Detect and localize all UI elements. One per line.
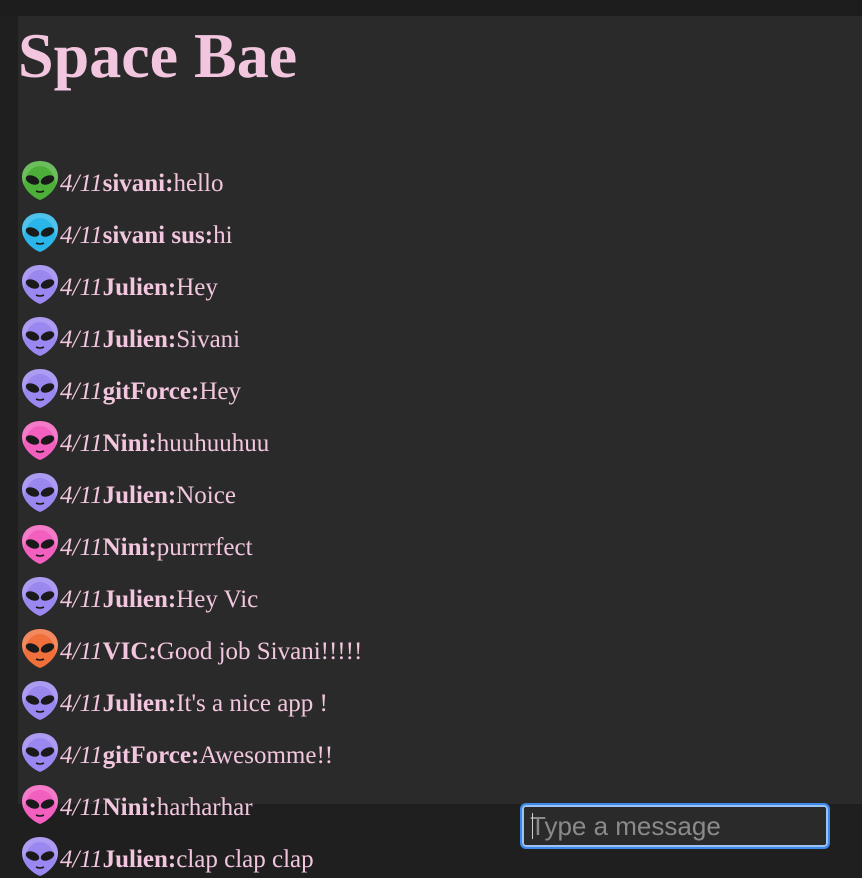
message-date: 4/11	[60, 170, 103, 197]
message-item: 4/11 Nini: purrrrfect	[20, 510, 840, 564]
message-date: 4/11	[60, 638, 103, 665]
message-text: harharhar	[156, 794, 253, 821]
message-list: 4/11 sivani: hello 4/11 sivani sus: hi 4…	[20, 146, 840, 876]
message-text: Sivani	[176, 326, 241, 353]
message-date: 4/11	[60, 378, 103, 405]
message-text: Hey	[176, 274, 218, 301]
message-item: 4/11 VIC: Good job Sivani!!!!!	[20, 614, 840, 668]
message-composer[interactable]	[520, 803, 830, 849]
message-item: 4/11 Nini: huuhuuhuu	[20, 406, 840, 460]
message-text: Awesomme!!	[199, 742, 334, 769]
alien-icon	[20, 678, 60, 722]
alien-icon	[20, 834, 60, 878]
message-username: Julien:	[102, 326, 177, 353]
message-item: 4/11 sivani sus: hi	[20, 198, 840, 252]
message-text: It's a nice app !	[176, 690, 328, 717]
message-username: Nini:	[102, 430, 157, 457]
message-date: 4/11	[60, 690, 103, 717]
message-date: 4/11	[60, 326, 103, 353]
alien-icon	[20, 574, 60, 618]
message-username: Julien:	[102, 586, 177, 613]
page-title: Space Bae	[18, 20, 298, 91]
message-item: 4/11 gitForce: Awesomme!!	[20, 718, 840, 772]
message-username: gitForce:	[102, 742, 200, 769]
message-date: 4/11	[60, 534, 103, 561]
message-item: 4/11 Julien: Noice	[20, 458, 840, 512]
message-username: gitForce:	[102, 378, 200, 405]
message-date: 4/11	[60, 430, 103, 457]
alien-icon	[20, 782, 60, 826]
message-date: 4/11	[60, 482, 103, 509]
message-text: purrrrfect	[156, 534, 253, 561]
alien-icon	[20, 470, 60, 514]
message-text: Hey Vic	[176, 586, 259, 613]
message-username: Julien:	[102, 690, 177, 717]
message-username: sivani sus:	[102, 222, 214, 249]
message-text: clap clap clap	[176, 846, 314, 873]
alien-icon	[20, 418, 60, 462]
message-text: hi	[213, 222, 233, 249]
message-item: 4/11 sivani: hello	[20, 146, 840, 200]
alien-icon	[20, 158, 60, 202]
message-username: VIC:	[102, 638, 157, 665]
alien-icon	[20, 522, 60, 566]
message-date: 4/11	[60, 586, 103, 613]
text-caret	[532, 813, 533, 839]
message-username: Julien:	[102, 482, 177, 509]
message-date: 4/11	[60, 794, 103, 821]
alien-icon	[20, 262, 60, 306]
message-text: Hey	[199, 378, 241, 405]
message-text: Good job Sivani!!!!!	[156, 638, 363, 665]
window-top-bar	[0, 0, 862, 16]
message-input[interactable]	[530, 805, 820, 847]
alien-icon	[20, 626, 60, 670]
message-text: huuhuuhuu	[156, 430, 270, 457]
alien-icon	[20, 314, 60, 358]
message-text: Noice	[176, 482, 236, 509]
message-item: 4/11 Julien: It's a nice app !	[20, 666, 840, 720]
alien-icon	[20, 210, 60, 254]
alien-icon	[20, 366, 60, 410]
message-item: 4/11 gitForce: Hey	[20, 354, 840, 408]
alien-icon	[20, 730, 60, 774]
message-text: hello	[173, 170, 224, 197]
message-date: 4/11	[60, 846, 103, 873]
message-date: 4/11	[60, 742, 103, 769]
message-item: 4/11 Julien: Sivani	[20, 302, 840, 356]
message-username: Nini:	[102, 534, 157, 561]
message-username: Julien:	[102, 274, 177, 301]
message-item: 4/11 Julien: Hey	[20, 250, 840, 304]
message-username: sivani:	[102, 170, 174, 197]
message-username: Nini:	[102, 794, 157, 821]
message-date: 4/11	[60, 274, 103, 301]
message-item: 4/11 Julien: Hey Vic	[20, 562, 840, 616]
message-username: Julien:	[102, 846, 177, 873]
message-date: 4/11	[60, 222, 103, 249]
